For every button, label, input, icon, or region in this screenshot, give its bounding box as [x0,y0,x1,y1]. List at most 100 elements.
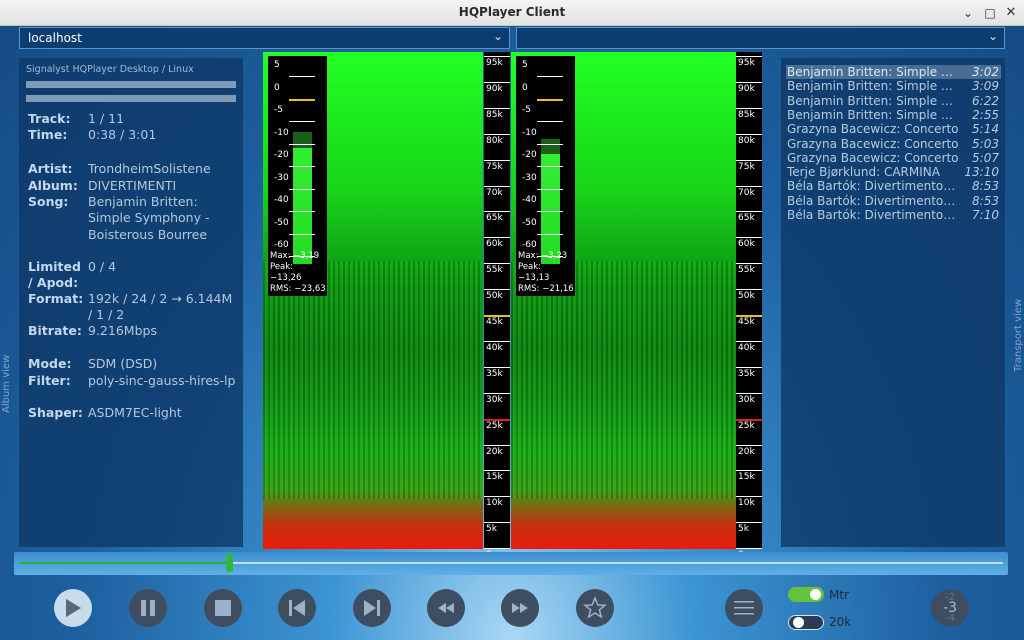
level-bar [541,139,560,264]
seek-handle[interactable] [225,554,233,572]
frequency-line [484,56,510,57]
frequency-line [736,211,762,213]
frequency-line [736,496,762,498]
level-bar [293,132,312,264]
frequency-label: 20k [486,446,503,457]
rewind-button[interactable] [427,589,465,627]
frequency-line [736,418,762,421]
stop-button[interactable] [204,589,242,627]
frequency-label: 55k [738,265,755,276]
rewind-icon [438,603,454,613]
close-button[interactable]: ✕ [1001,3,1021,23]
meter-scale-line [537,234,563,235]
info-label: Track: [28,111,71,126]
playlist-item[interactable]: Terje Bjørklund: CARMINA 13:10 [786,165,1001,179]
meter-stats: Max: −3,23 Peak: −13,13 RMS: −21,16 [518,251,575,295]
secondary-select[interactable]: ⌄ [516,27,1005,49]
meter-scale-line [537,76,563,77]
fast-forward-button[interactable] [501,589,539,627]
chevron-down-icon: ⌄ [492,29,503,43]
playlist-item[interactable]: Grazyna Bacewicz: Concerto 5:07 [786,151,1001,165]
menu-button[interactable] [725,589,763,627]
playlist-item-title: Benjamin Britten: Simple Symphony [787,79,959,94]
info-label: Mode: [28,356,72,371]
track-info-panel: Signalyst HQPlayer Desktop / Linux Track… [19,58,243,547]
meter-scale-label: -10 [522,128,537,138]
frequency-label: 95k [486,58,503,68]
frequency-line [484,185,510,187]
playlist-item[interactable]: Benjamin Britten: Simple Symphony - Bois… [786,65,1001,80]
frequency-line [736,81,762,83]
host-select[interactable]: localhost ⌄ [19,27,510,49]
playlist-item-title: Benjamin Britten: Simple Symphony [787,93,959,108]
playlist-item[interactable]: Grazyna Bacewicz: Concerto 5:03 [786,137,1001,151]
info-label: Time: [28,127,68,142]
frequency-label: 10k [486,498,503,509]
toggle-knob [810,589,821,600]
progress-bar [26,95,236,102]
frequency-label: 15k [486,472,503,483]
frequency-line [736,159,762,161]
minimize-button[interactable]: ⌄ [958,3,978,23]
meter-scale-label: -20 [274,150,289,160]
meter-peak: Peak: −13,13 [518,262,550,283]
meter-scale-line [289,144,315,145]
next-button[interactable] [353,589,391,627]
frequency-label: 60k [738,239,755,250]
info-value: poly-sinc-gauss-hires-lp [88,373,236,388]
level-meter-right: Max: −3,23 Peak: −13,13 RMS: −21,16 5 0 -5… [516,56,575,296]
info-label: Limited / Apod: [28,259,81,291]
meter-scale-line [537,99,563,101]
frequency-label: 90k [738,83,755,94]
play-button[interactable] [54,589,92,627]
frequency-line [484,470,510,472]
playlist-item[interactable]: Benjamin Britten: Simple Symphony 6:22 [786,94,1001,108]
meter-scale-label: 5 [522,60,528,70]
playlist-item[interactable]: Grazyna Bacewicz: Concerto 5:14 [786,122,1001,136]
frequency-label: 15k [738,472,755,483]
playlist-item[interactable]: Béla Bartók: Divertimento for Strings 7:… [786,208,1001,222]
meter-scale-line [289,121,315,122]
frequency-label: 80k [738,135,755,146]
playlist-item-duration: 8:53 [972,193,999,208]
pause-button[interactable] [129,589,167,627]
transport-view-tab[interactable]: Transport view [1013,299,1024,372]
meter-scale-label: 0 [274,83,280,93]
frequency-label: 85k [738,109,755,120]
volume-control[interactable]: -2 -3 -4 [931,589,969,627]
playlist-item[interactable]: Béla Bartók: Divertimento for Strings 8:… [786,179,1001,193]
frequency-line [736,340,762,342]
playlist-item-title: Grazyna Bacewicz: Concerto [787,136,959,151]
meter-scale-label: -30 [274,173,289,183]
frequency-line [484,81,510,83]
frequency-line [484,159,510,161]
progress-bar [26,81,236,88]
chevron-down-icon: ⌄ [987,29,998,43]
info-label: Artist: [28,161,73,176]
frequency-label: 60k [486,239,503,250]
frequency-line [484,548,510,550]
bandwidth-20k-toggle[interactable] [788,615,824,630]
frequency-line [736,185,762,187]
frequency-line [736,289,762,291]
playlist-item[interactable]: Benjamin Britten: Simple Symphony 2:55 [786,108,1001,122]
frequency-scale-right: 95k 90k 85k 80k 75k 70k 65k 60k 55k 50k 45k 40k 35k 3… [736,52,762,560]
menu-icon [734,601,754,615]
maximize-button[interactable]: □ [980,3,1000,23]
frequency-line [736,133,762,135]
info-value: 0 / 4 [88,259,117,274]
frequency-label: 25k [738,420,755,431]
seek-bar[interactable] [14,552,1008,575]
album-view-tab[interactable]: Album view [1,355,12,413]
previous-button[interactable] [278,589,316,627]
meter-toggle[interactable] [788,587,824,602]
playlist-item[interactable]: Benjamin Britten: Simple Symphony 3:09 [786,79,1001,93]
meter-scale-label: 5 [274,60,280,70]
info-label: Album: [28,178,78,193]
favorite-button[interactable] [576,589,614,627]
frequency-line [736,366,762,368]
playlist-item-title: Benjamin Britten: Simple Symphony [787,107,959,122]
frequency-line [484,133,510,135]
playlist-item[interactable]: Béla Bartók: Divertimento for Strings 8:… [786,194,1001,208]
meter-scale-label: -60 [274,240,289,250]
